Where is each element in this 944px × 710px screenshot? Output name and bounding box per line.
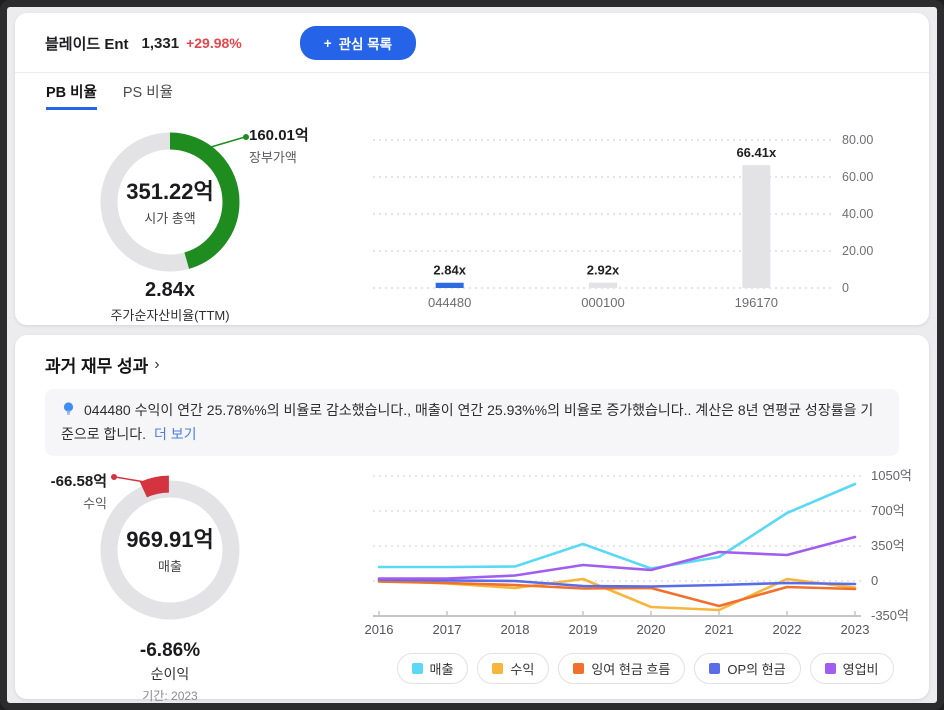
chevron-right-icon: › <box>154 355 160 373</box>
svg-text:2021: 2021 <box>705 622 734 637</box>
book-value: 160.01억 <box>249 127 309 144</box>
svg-text:2022: 2022 <box>773 622 802 637</box>
watchlist-button-label: 관심 목록 <box>338 37 393 52</box>
svg-text:2016: 2016 <box>365 622 393 637</box>
bar-044480[interactable] <box>435 282 464 288</box>
history-body: 969.91억 매출 -66.58억 수익 -6.86% 순이익 기간: 202… <box>15 456 929 704</box>
pb-body: 351.22억 시가 총액 160.01억 장부가액 2.84x 주가순자산비율… <box>15 110 929 334</box>
revenue-donut-block: 969.91억 매출 -66.58억 수익 -6.86% 순이익 기간: 202… <box>45 464 365 704</box>
svg-text:0: 0 <box>871 573 878 588</box>
revenue-value-group: 969.91억 매출 <box>95 522 245 575</box>
pb-ratio-value: 2.84x <box>144 279 196 301</box>
legend-item[interactable]: 매출 <box>396 653 469 685</box>
legend-label: OP의 현금 <box>727 662 786 678</box>
book-value-callout: 160.01억 장부가액 <box>249 124 309 166</box>
svg-text:350억: 350억 <box>871 538 905 553</box>
history-line-chart: 1050억 700억 350억 0 -350억 2016 2017 2018 2019 2020 2… <box>365 464 925 653</box>
legend-label: 수익 <box>510 662 535 678</box>
bar-000100[interactable] <box>589 282 617 288</box>
legend-item[interactable]: 수익 <box>477 653 550 685</box>
svg-text:60.00: 60.00 <box>842 170 873 184</box>
pb-comparison-bar-chart: 80.00 60.00 40.00 20.00 0 2.84x 044480 2.92x 000… <box>365 116 925 334</box>
pb-ratio-label: 주가순자산비율(TTM) <box>110 308 230 323</box>
earnings-value: -66.58억 <box>50 473 107 491</box>
market-cap-label: 시가 총액 <box>144 211 196 226</box>
svg-text:40.00: 40.00 <box>842 207 873 221</box>
legend-label: 매출 <box>429 662 454 678</box>
history-line-chart-block: 1050억 700억 350억 0 -350억 2016 2017 2018 2019 2020 2… <box>365 464 925 703</box>
stock-name: 블레이드 Ent <box>45 35 129 53</box>
svg-text:2017: 2017 <box>433 622 462 637</box>
section-title-text: 과거 재무 성과 <box>45 357 149 376</box>
net-margin-value: -6.86% <box>139 640 201 662</box>
line-chart-legend: 매출 수익 잉여 현금 흐름 OP의 현금 영업비 <box>365 653 925 685</box>
stock-change: +29.98% <box>186 35 242 51</box>
history-section-title[interactable]: 과거 재무 성과 › <box>15 335 929 387</box>
book-value-label: 장부가액 <box>249 150 297 165</box>
svg-text:-350억: -350억 <box>871 608 909 623</box>
svg-text:2019: 2019 <box>569 622 598 637</box>
svg-text:66.41x: 66.41x <box>736 145 777 160</box>
svg-text:196170: 196170 <box>735 295 778 310</box>
legend-swatch <box>411 663 423 675</box>
tab-pb-ratio[interactable]: PB 비율 <box>46 73 97 110</box>
legend-label: 영업비 <box>842 662 879 678</box>
legend-item[interactable]: OP의 현금 <box>694 653 801 685</box>
legend-label: 잉여 현금 흐름 <box>591 662 671 678</box>
callout-line <box>114 476 146 484</box>
svg-text:1050억: 1050억 <box>871 468 912 483</box>
callout-line <box>210 136 246 148</box>
legend-swatch <box>824 663 836 675</box>
svg-text:2020: 2020 <box>637 622 666 637</box>
svg-text:044480: 044480 <box>428 295 471 310</box>
pb-ratio-card: 블레이드 Ent 1,331 +29.98% + 관심 목록 PB 비율 PS … <box>15 13 929 325</box>
period-label: 기간: 2023 <box>142 689 198 704</box>
net-margin-label: 순이익 <box>150 666 190 683</box>
ratio-tabs: PB 비율 PS 비율 <box>15 73 929 110</box>
svg-text:2.84x: 2.84x <box>433 263 466 278</box>
svg-text:700억: 700억 <box>871 503 905 518</box>
market-cap-value-group: 351.22억 시가 총액 <box>95 174 245 227</box>
market-cap-donut-block: 351.22억 시가 총액 160.01억 장부가액 2.84x 주가순자산비율… <box>45 116 365 334</box>
callout-dot <box>111 474 117 481</box>
svg-text:2.92x: 2.92x <box>587 263 620 278</box>
tab-ps-ratio[interactable]: PS 비율 <box>123 73 173 110</box>
watchlist-button[interactable]: + 관심 목록 <box>299 26 417 60</box>
pb-ratio-group: 2.84x 주가순자산비율(TTM) <box>95 279 245 324</box>
earnings-label: 수익 <box>83 496 107 512</box>
plus-icon: + <box>323 35 332 51</box>
legend-swatch <box>709 663 721 675</box>
legend-swatch <box>492 663 504 675</box>
market-cap-value: 351.22억 <box>126 179 214 204</box>
lightbulb-icon <box>61 401 76 424</box>
stock-price: 1,331 <box>141 34 180 52</box>
revenue-value: 969.91억 <box>126 527 214 553</box>
earnings-callout: -66.58억 수익 <box>45 470 107 512</box>
stock-header: 블레이드 Ent 1,331 +29.98% + 관심 목록 <box>15 13 929 73</box>
svg-text:80.00: 80.00 <box>842 133 873 147</box>
see-more-link[interactable]: 더 보기 <box>154 426 197 442</box>
legend-item[interactable]: 잉여 현금 흐름 <box>558 653 686 685</box>
revenue-label: 매출 <box>158 559 182 575</box>
svg-text:2023: 2023 <box>841 622 870 637</box>
net-margin-group: -6.86% 순이익 기간: 2023 <box>95 640 245 704</box>
series-line <box>377 536 857 581</box>
svg-text:20.00: 20.00 <box>842 244 873 258</box>
svg-text:2018: 2018 <box>501 622 530 637</box>
legend-item[interactable]: 영업비 <box>809 653 894 685</box>
bar-196170[interactable] <box>742 165 771 288</box>
svg-text:000100: 000100 <box>581 295 624 310</box>
insight-box: 044480 수익이 연간 25.78%%의 비율로 감소했습니다., 매출이 … <box>45 389 899 457</box>
app-window: 블레이드 Ent 1,331 +29.98% + 관심 목록 PB 비율 PS … <box>0 0 944 710</box>
history-card: 과거 재무 성과 › 044480 수익이 연간 25.78%%의 비율로 감소… <box>15 335 929 703</box>
svg-text:0: 0 <box>842 281 849 295</box>
legend-swatch <box>573 663 585 675</box>
